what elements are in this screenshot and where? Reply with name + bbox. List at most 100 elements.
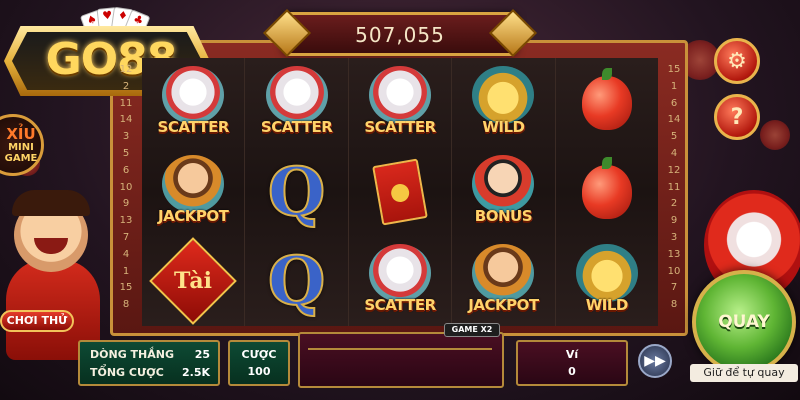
lion-symbol-icon (369, 65, 432, 124)
game-x2-badge: GAME X2 (444, 323, 500, 337)
gear-icon: ⚙ (727, 48, 747, 74)
fast-forward-icon: ▶▶ (644, 353, 666, 369)
total-bet-value: 2.5K (181, 366, 210, 379)
red-envelope-symbol-icon (372, 157, 428, 226)
symbol-q: Q (267, 241, 326, 321)
lion-symbol-icon (265, 65, 328, 124)
payline-number: 11 (119, 97, 133, 109)
reel-cell: SCATTER (349, 58, 451, 147)
god-symbol-icon (162, 154, 225, 213)
peach-symbol-icon (581, 67, 632, 130)
symbol-jackpot: JACKPOT (454, 238, 552, 324)
payline-number: 9 (122, 198, 130, 210)
reel-cell: SCATTER (245, 58, 347, 147)
reel-cell (556, 58, 658, 147)
symbol-tai: Tài (149, 236, 238, 325)
payline-number: 3 (670, 231, 678, 243)
symbol-label: SCATTER (260, 117, 333, 136)
payline-number: 10 (119, 181, 133, 193)
symbol-label: SCATTER (364, 117, 436, 136)
payline-number: 12 (119, 64, 133, 75)
payline-number: 4 (670, 147, 678, 159)
symbol-label: JACKPOT (158, 206, 229, 225)
wallet-panel: Ví 0 (516, 340, 628, 386)
reel-cell (556, 147, 658, 236)
god-symbol-icon (472, 243, 535, 302)
reel-column: WILD (555, 58, 659, 326)
reel-cell: Q (245, 147, 347, 236)
payline-number: 15 (667, 64, 681, 75)
win-meter-ornament (308, 348, 492, 350)
payline-number: 7 (122, 231, 130, 243)
help-button[interactable]: ? (714, 94, 760, 140)
reel-cell: Tài (142, 236, 244, 325)
wallet-label: Ví (565, 348, 579, 361)
wallet-value: 0 (568, 365, 576, 378)
symbol-label: SCATTER (157, 117, 230, 136)
reel-column: WILD BONUS JACKPOT (452, 58, 556, 326)
payline-number: 14 (667, 114, 681, 126)
symbol-q: Q (267, 152, 326, 232)
reel-column: SCATTER Q Q (245, 58, 349, 326)
reel-cell: SCATTER (142, 58, 244, 147)
reel-column: SCATTER JACKPOT Tài (142, 58, 246, 326)
bet-value: 100 (247, 365, 271, 378)
payline-number: 1 (122, 265, 130, 277)
reel-cell: JACKPOT (452, 236, 554, 325)
payline-number: 8 (670, 299, 678, 311)
play-demo-button[interactable]: CHƠI THỬ (0, 310, 74, 332)
symbol-jackpot: JACKPOT (144, 149, 242, 235)
payline-number: 10 (667, 265, 681, 277)
reel-cell: SCATTER (349, 236, 451, 325)
reel-grid: SCATTER JACKPOT Tài SCATTER Q Q SCATTER SCATTER… (142, 58, 659, 326)
god-of-wealth-mascot (0, 190, 116, 360)
jackpot-value: 507,055 (355, 23, 445, 47)
settings-button[interactable]: ⚙ (714, 38, 760, 84)
symbol-scatter: SCATTER (351, 238, 449, 324)
symbol-label: SCATTER (364, 295, 436, 314)
payline-number: 6 (122, 164, 130, 176)
payline-number: 15 (119, 282, 133, 294)
lion-symbol-icon (162, 65, 225, 124)
payline-number: 5 (122, 147, 130, 159)
spin-label: QUAY (718, 312, 770, 332)
reel-column: SCATTER SCATTER (348, 58, 453, 326)
slot-game-screen: ♠ ♥ ♦ ♣ GO88 507,055 12 2 11 14 3 5 6 10 9 13 7 4 1 1… (0, 0, 800, 400)
payline-number: 8 (122, 299, 130, 311)
bet-selector[interactable]: CƯỢC 100 (228, 340, 290, 386)
reel-cell: WILD (556, 236, 658, 325)
reel-cell: JACKPOT (142, 147, 244, 236)
symbol-scatter: SCATTER (144, 60, 242, 146)
bet-label: CƯỢC (241, 348, 277, 361)
baby-symbol-icon (472, 154, 535, 213)
question-icon: ? (730, 104, 744, 130)
payline-number: 14 (119, 114, 133, 126)
win-meter (298, 332, 504, 388)
symbol-label: BONUS (474, 206, 533, 225)
symbol-label: WILD (482, 117, 525, 136)
spin-button[interactable]: QUAY (692, 270, 796, 374)
mini-game-title: XỈU (6, 124, 36, 143)
reel-cell: WILD (452, 58, 554, 147)
lion-symbol-icon (369, 243, 432, 302)
lines-won-value: 25 (194, 348, 210, 361)
payline-number: 11 (667, 181, 681, 193)
reel-cell (349, 147, 451, 236)
symbol-label: WILD (585, 295, 629, 314)
mini-game-subtitle: MINI GAME (4, 142, 38, 165)
hold-auto-spin-label: Giữ để tự quay (690, 364, 798, 382)
payline-numbers-right: 15 1 6 14 5 4 12 11 2 9 3 13 10 7 8 (664, 62, 684, 314)
reel-cell: BONUS (452, 147, 554, 236)
symbol-tai-label: Tài (174, 267, 213, 294)
payline-number: 3 (122, 131, 130, 143)
gold-symbol-icon (575, 243, 638, 302)
payline-numbers-left: 12 2 11 14 3 5 6 10 9 13 7 4 1 15 8 (116, 62, 136, 314)
gold-symbol-icon (472, 65, 535, 124)
payline-number: 4 (122, 248, 130, 260)
payline-number: 6 (670, 97, 678, 109)
fast-forward-button[interactable]: ▶▶ (638, 344, 672, 378)
jackpot-display: 507,055 (282, 12, 518, 56)
peach-symbol-icon (581, 156, 632, 219)
win-info-panel: DÒNG THẮNG 25 TỔNG CƯỢC 2.5K (78, 340, 220, 386)
symbol-wild: WILD (454, 60, 552, 146)
